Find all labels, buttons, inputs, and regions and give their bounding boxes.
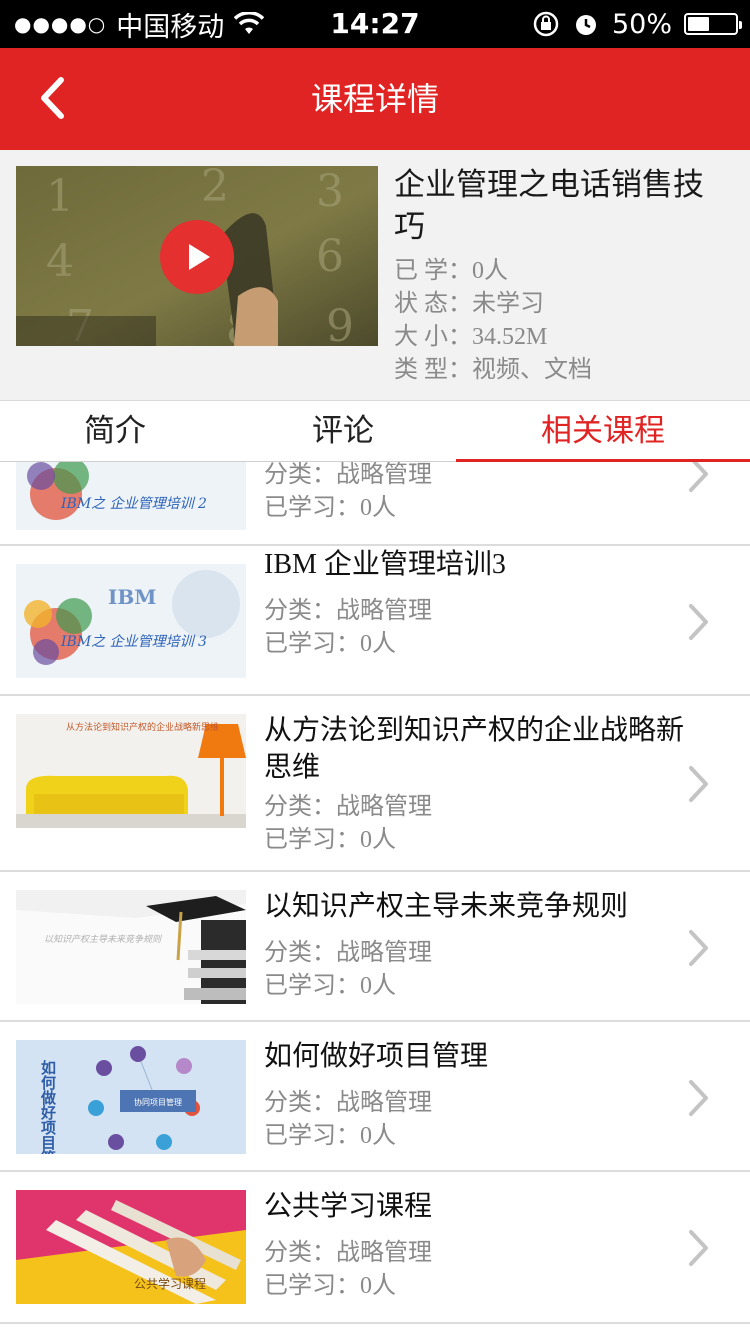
- tab-related-courses[interactable]: 相关课程: [456, 401, 750, 463]
- course-header: 123 46 789 企业管理之电话销售技巧 已 学：0人 状 态：未学习 大 …: [0, 150, 750, 400]
- course-title: 公共学习课程: [264, 1191, 433, 1222]
- course-thumbnail: IBM IBM之 企业管理培训 3: [16, 564, 246, 678]
- course-category: 分类：战略管理: [264, 940, 432, 966]
- course-video-cover[interactable]: 123 46 789: [16, 166, 378, 346]
- course-type-row: 类 型：视频、文档: [394, 349, 592, 384]
- svg-text:3: 3: [316, 166, 344, 217]
- svg-text:4: 4: [46, 236, 74, 287]
- course-learned: 已学习：0人: [264, 1123, 396, 1149]
- tab-intro[interactable]: 简介: [0, 401, 230, 463]
- course-category: 分类：战略管理: [264, 794, 432, 820]
- list-item[interactable]: 以知识产权主导未来竞争规则 以知识产权主导未来竞争规则 分类：战略管理 已学习：…: [0, 872, 750, 1022]
- svg-text:6: 6: [316, 231, 344, 282]
- thumb-caption: 公共学习课程: [134, 1276, 206, 1291]
- thumb-caption: 从方法论到知识产权的企业战略新思维: [66, 721, 219, 733]
- course-category: 分类：战略管理: [264, 1090, 432, 1116]
- course-thumbnail: IBM IBM之 企业管理培训 2: [16, 462, 246, 530]
- course-learned: 已学习：0人: [264, 631, 396, 657]
- thumb-caption: 以知识产权主导未来竞争规则: [44, 934, 163, 945]
- chevron-right-icon: [689, 1230, 708, 1266]
- course-category: 分类：战略管理: [264, 1240, 432, 1266]
- thumb-caption: IBM之 企业管理培训 3: [60, 634, 207, 650]
- list-item[interactable]: IBM IBM之 企业管理培训 2 分类：战略管理 已学习：0人: [0, 462, 750, 546]
- chevron-right-icon: [689, 1080, 708, 1116]
- course-learned: 已学习：0人: [264, 1273, 396, 1299]
- course-learned-row: 已 学：0人: [394, 250, 508, 285]
- rotation-lock-icon: [533, 11, 559, 37]
- learned-value: 0人: [472, 258, 508, 284]
- course-size-row: 大 小：34.52M: [394, 316, 547, 351]
- course-category: 分类：战略管理: [264, 462, 432, 488]
- chevron-right-icon: [689, 462, 708, 492]
- page-title: 课程详情: [310, 80, 439, 118]
- related-course-list[interactable]: IBM IBM之 企业管理培训 2 分类：战略管理 已学习：0人 IBM IBM…: [0, 462, 750, 1334]
- course-thumbnail: 公共学习课程: [16, 1190, 246, 1304]
- learned-label: 已 学：: [394, 258, 472, 284]
- tab-comments[interactable]: 评论: [230, 401, 456, 463]
- chevron-right-icon: [689, 604, 708, 640]
- thumb-caption: IBM之 企业管理培训 2: [60, 496, 207, 512]
- chevron-right-icon: [689, 766, 708, 802]
- alarm-icon: [575, 15, 596, 35]
- course-title: IBM 企业管理培训3: [264, 549, 506, 580]
- list-item[interactable]: IBM IBM之 企业管理培训 3 IBM 企业管理培训3 分类：战略管理 已学…: [0, 546, 750, 696]
- list-item[interactable]: 如何做好项目管理 协同项目管理 如何做好项目管理 分类：战略管理 已学习：0人: [0, 1022, 750, 1172]
- course-category: 分类：战略管理: [264, 598, 432, 624]
- course-learned: 已学习：0人: [264, 973, 396, 999]
- size-value: 34.52M: [472, 324, 548, 350]
- type-label: 类 型：: [394, 357, 472, 383]
- battery-icon: [684, 13, 742, 35]
- svg-text:1: 1: [46, 171, 74, 222]
- status-label: 状 态：: [394, 291, 472, 317]
- course-thumbnail: 从方法论到知识产权的企业战略新思维: [16, 714, 246, 828]
- thumb-caption: 如何做好项目管理: [39, 1059, 57, 1154]
- course-learned: 已学习：0人: [264, 827, 396, 853]
- course-title: 从方法论到知识产权的企业战略新思维: [264, 715, 685, 783]
- list-item[interactable]: 从方法论到知识产权的企业战略新思维 从方法论到知识产权的企业战略新思维 分类：战…: [0, 696, 750, 872]
- size-label: 大 小：: [394, 324, 472, 350]
- list-item[interactable]: 公共学习课程 公共学习课程 分类：战略管理 已学习：0人: [0, 1172, 750, 1324]
- chevron-right-icon: [689, 930, 708, 966]
- svg-text:2: 2: [201, 166, 229, 212]
- course-thumbnail: 如何做好项目管理 协同项目管理: [16, 1040, 246, 1154]
- tab-bar: 简介 评论 相关课程: [0, 400, 750, 463]
- status-value: 未学习: [472, 291, 544, 317]
- thumb-brand: IBM: [108, 585, 156, 609]
- type-value: 视频、文档: [472, 357, 592, 383]
- battery-percent: 50%: [611, 8, 672, 40]
- course-title: 以知识产权主导未来竞争规则: [264, 891, 629, 922]
- course-learned: 已学习：0人: [264, 495, 396, 521]
- course-title: 企业管理之电话销售技巧: [394, 167, 704, 245]
- svg-text:9: 9: [326, 301, 354, 346]
- status-bar: ●●●●○ 中国移动 14:27 50%: [0, 0, 750, 48]
- play-icon: [189, 244, 210, 270]
- play-button[interactable]: [160, 220, 234, 294]
- thumb-center-label: 协同项目管理: [134, 1097, 182, 1107]
- course-status-row: 状 态：未学习: [394, 283, 544, 318]
- course-thumbnail: 以知识产权主导未来竞争规则: [16, 890, 246, 1004]
- course-title: 如何做好项目管理: [264, 1041, 489, 1072]
- nav-bar: 课程详情: [0, 48, 750, 150]
